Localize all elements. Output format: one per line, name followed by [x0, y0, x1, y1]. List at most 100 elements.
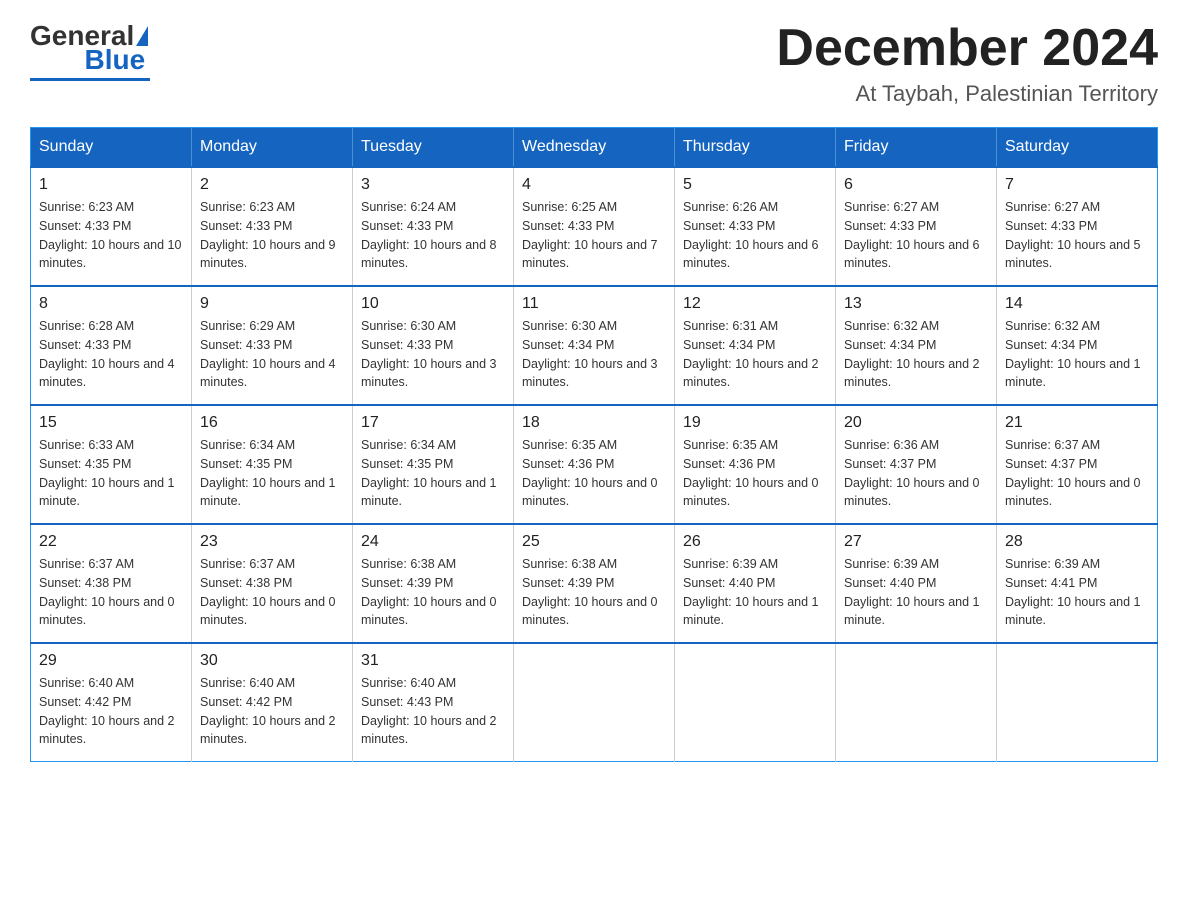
day-number: 9	[200, 295, 344, 313]
day-info: Sunrise: 6:37 AMSunset: 4:38 PMDaylight:…	[39, 555, 183, 630]
table-row	[997, 643, 1158, 762]
day-info: Sunrise: 6:27 AMSunset: 4:33 PMDaylight:…	[1005, 198, 1149, 273]
day-number: 10	[361, 295, 505, 313]
table-row: 8 Sunrise: 6:28 AMSunset: 4:33 PMDaylight…	[31, 286, 192, 405]
table-row	[514, 643, 675, 762]
day-number: 28	[1005, 533, 1149, 551]
col-thursday: Thursday	[675, 128, 836, 168]
logo-blue-text: Blue	[84, 44, 145, 76]
day-info: Sunrise: 6:34 AMSunset: 4:35 PMDaylight:…	[361, 436, 505, 511]
table-row: 10 Sunrise: 6:30 AMSunset: 4:33 PMDayligh…	[353, 286, 514, 405]
day-info: Sunrise: 6:38 AMSunset: 4:39 PMDaylight:…	[522, 555, 666, 630]
day-number: 23	[200, 533, 344, 551]
table-row: 18 Sunrise: 6:35 AMSunset: 4:36 PMDayligh…	[514, 405, 675, 524]
table-row: 3 Sunrise: 6:24 AMSunset: 4:33 PMDaylight…	[353, 167, 514, 286]
calendar-week-row: 8 Sunrise: 6:28 AMSunset: 4:33 PMDaylight…	[31, 286, 1158, 405]
table-row: 16Sunrise: 6:34 AMSunset: 4:35 PMDayligh…	[192, 405, 353, 524]
day-info: Sunrise: 6:32 AMSunset: 4:34 PMDaylight:…	[1005, 317, 1149, 392]
day-info: Sunrise: 6:30 AMSunset: 4:34 PMDaylight:…	[522, 317, 666, 392]
table-row: 6 Sunrise: 6:27 AMSunset: 4:33 PMDaylight…	[836, 167, 997, 286]
calendar-week-row: 22 Sunrise: 6:37 AMSunset: 4:38 PMDayligh…	[31, 524, 1158, 643]
calendar-week-row: 1 Sunrise: 6:23 AMSunset: 4:33 PMDaylight…	[31, 167, 1158, 286]
day-info: Sunrise: 6:30 AMSunset: 4:33 PMDaylight:…	[361, 317, 505, 392]
day-info: Sunrise: 6:33 AMSunset: 4:35 PMDaylight:…	[39, 436, 183, 511]
table-row: 25Sunrise: 6:38 AMSunset: 4:39 PMDayligh…	[514, 524, 675, 643]
day-number: 29	[39, 652, 183, 670]
day-info: Sunrise: 6:37 AMSunset: 4:37 PMDaylight:…	[1005, 436, 1149, 511]
logo: General Gen Blue	[30, 20, 150, 81]
day-info: Sunrise: 6:28 AMSunset: 4:33 PMDaylight:…	[39, 317, 183, 392]
day-number: 5	[683, 176, 827, 194]
day-info: Sunrise: 6:23 AMSunset: 4:33 PMDaylight:…	[200, 198, 344, 273]
day-info: Sunrise: 6:39 AMSunset: 4:40 PMDaylight:…	[683, 555, 827, 630]
day-info: Sunrise: 6:26 AMSunset: 4:33 PMDaylight:…	[683, 198, 827, 273]
table-row: 27Sunrise: 6:39 AMSunset: 4:40 PMDayligh…	[836, 524, 997, 643]
table-row: 1 Sunrise: 6:23 AMSunset: 4:33 PMDaylight…	[31, 167, 192, 286]
day-info: Sunrise: 6:31 AMSunset: 4:34 PMDaylight:…	[683, 317, 827, 392]
day-number: 13	[844, 295, 988, 313]
day-info: Sunrise: 6:24 AMSunset: 4:33 PMDaylight:…	[361, 198, 505, 273]
table-row: 28Sunrise: 6:39 AMSunset: 4:41 PMDayligh…	[997, 524, 1158, 643]
day-info: Sunrise: 6:37 AMSunset: 4:38 PMDaylight:…	[200, 555, 344, 630]
logo-underline	[30, 78, 150, 81]
col-monday: Monday	[192, 128, 353, 168]
calendar-week-row: 29 Sunrise: 6:40 AMSunset: 4:42 PMDayligh…	[31, 643, 1158, 762]
day-info: Sunrise: 6:27 AMSunset: 4:33 PMDaylight:…	[844, 198, 988, 273]
day-info: Sunrise: 6:34 AMSunset: 4:35 PMDaylight:…	[200, 436, 344, 511]
day-number: 18	[522, 414, 666, 432]
day-number: 1	[39, 176, 183, 194]
day-number: 8	[39, 295, 183, 313]
col-saturday: Saturday	[997, 128, 1158, 168]
location-title: At Taybah, Palestinian Territory	[776, 81, 1158, 107]
table-row: 17Sunrise: 6:34 AMSunset: 4:35 PMDayligh…	[353, 405, 514, 524]
day-info: Sunrise: 6:38 AMSunset: 4:39 PMDaylight:…	[361, 555, 505, 630]
day-info: Sunrise: 6:29 AMSunset: 4:33 PMDaylight:…	[200, 317, 344, 392]
table-row: 2 Sunrise: 6:23 AMSunset: 4:33 PMDaylight…	[192, 167, 353, 286]
table-row: 13Sunrise: 6:32 AMSunset: 4:34 PMDayligh…	[836, 286, 997, 405]
table-row: 19Sunrise: 6:35 AMSunset: 4:36 PMDayligh…	[675, 405, 836, 524]
day-number: 2	[200, 176, 344, 194]
day-number: 31	[361, 652, 505, 670]
page-header: General Gen Blue December 2024 At Taybah…	[30, 20, 1158, 107]
table-row: 23 Sunrise: 6:37 AMSunset: 4:38 PMDayligh…	[192, 524, 353, 643]
day-number: 20	[844, 414, 988, 432]
table-row: 15 Sunrise: 6:33 AMSunset: 4:35 PMDayligh…	[31, 405, 192, 524]
table-row: 29 Sunrise: 6:40 AMSunset: 4:42 PMDayligh…	[31, 643, 192, 762]
day-number: 12	[683, 295, 827, 313]
day-info: Sunrise: 6:36 AMSunset: 4:37 PMDaylight:…	[844, 436, 988, 511]
col-sunday: Sunday	[31, 128, 192, 168]
day-number: 26	[683, 533, 827, 551]
title-section: December 2024 At Taybah, Palestinian Ter…	[776, 20, 1158, 107]
logo-triangle-icon	[136, 26, 148, 46]
day-info: Sunrise: 6:35 AMSunset: 4:36 PMDaylight:…	[522, 436, 666, 511]
day-number: 7	[1005, 176, 1149, 194]
day-number: 4	[522, 176, 666, 194]
table-row: 7 Sunrise: 6:27 AMSunset: 4:33 PMDaylight…	[997, 167, 1158, 286]
calendar-table: Sunday Monday Tuesday Wednesday Thursday…	[30, 127, 1158, 762]
day-info: Sunrise: 6:35 AMSunset: 4:36 PMDaylight:…	[683, 436, 827, 511]
calendar-week-row: 15 Sunrise: 6:33 AMSunset: 4:35 PMDayligh…	[31, 405, 1158, 524]
table-row: 21 Sunrise: 6:37 AMSunset: 4:37 PMDayligh…	[997, 405, 1158, 524]
table-row: 31 Sunrise: 6:40 AMSunset: 4:43 PMDayligh…	[353, 643, 514, 762]
table-row: 20 Sunrise: 6:36 AMSunset: 4:37 PMDayligh…	[836, 405, 997, 524]
table-row: 9 Sunrise: 6:29 AMSunset: 4:33 PMDaylight…	[192, 286, 353, 405]
day-info: Sunrise: 6:40 AMSunset: 4:42 PMDaylight:…	[200, 674, 344, 749]
day-info: Sunrise: 6:40 AMSunset: 4:43 PMDaylight:…	[361, 674, 505, 749]
day-info: Sunrise: 6:25 AMSunset: 4:33 PMDaylight:…	[522, 198, 666, 273]
day-number: 15	[39, 414, 183, 432]
table-row: 26 Sunrise: 6:39 AMSunset: 4:40 PMDayligh…	[675, 524, 836, 643]
day-number: 21	[1005, 414, 1149, 432]
day-info: Sunrise: 6:23 AMSunset: 4:33 PMDaylight:…	[39, 198, 183, 273]
table-row: 12 Sunrise: 6:31 AMSunset: 4:34 PMDayligh…	[675, 286, 836, 405]
day-number: 3	[361, 176, 505, 194]
day-number: 24	[361, 533, 505, 551]
day-info: Sunrise: 6:40 AMSunset: 4:42 PMDaylight:…	[39, 674, 183, 749]
day-number: 11	[522, 295, 666, 313]
day-number: 22	[39, 533, 183, 551]
table-row	[836, 643, 997, 762]
day-number: 6	[844, 176, 988, 194]
month-title: December 2024	[776, 20, 1158, 77]
day-number: 14	[1005, 295, 1149, 313]
day-number: 27	[844, 533, 988, 551]
col-wednesday: Wednesday	[514, 128, 675, 168]
